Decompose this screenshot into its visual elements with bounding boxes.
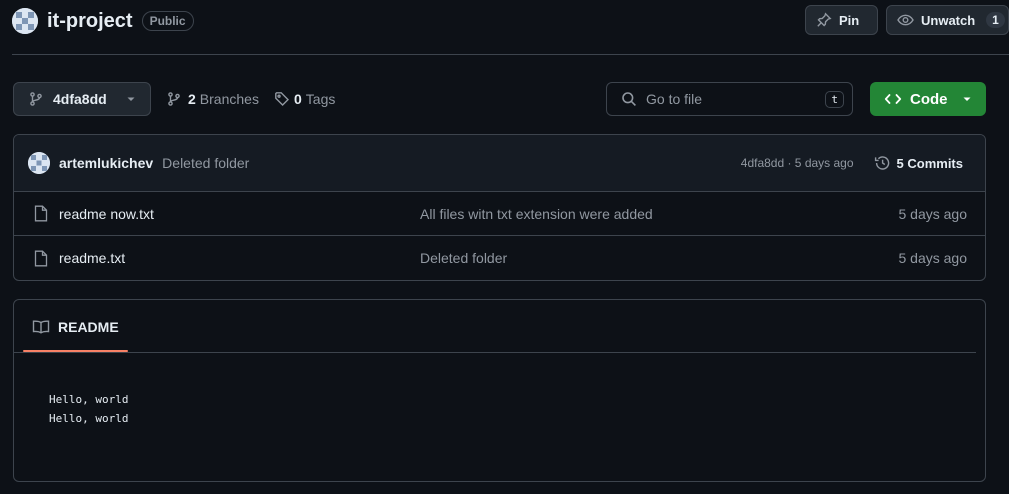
history-icon xyxy=(874,155,891,171)
branches-label: Branches xyxy=(199,91,259,107)
current-branch: 4dfa8dd xyxy=(53,91,107,107)
chevron-down-icon xyxy=(126,94,136,104)
tags-link[interactable]: 0 Tags xyxy=(274,90,335,108)
repo-name[interactable]: it-project xyxy=(47,10,133,33)
file-name[interactable]: readme.txt xyxy=(59,250,125,266)
file-date: 5 days ago xyxy=(898,205,968,222)
code-label: Code xyxy=(910,90,948,108)
file-icon xyxy=(34,205,48,222)
pin-icon xyxy=(816,12,832,28)
go-to-file-search[interactable]: Go to file t xyxy=(606,82,853,116)
book-icon xyxy=(32,319,50,335)
commit-message[interactable]: Deleted folder xyxy=(162,155,249,171)
eye-icon xyxy=(897,12,914,28)
unwatch-button[interactable]: Unwatch 1 xyxy=(886,5,1009,35)
search-placeholder: Go to file xyxy=(646,91,703,107)
tag-icon xyxy=(274,91,290,107)
commit-author[interactable]: artemlukichev xyxy=(59,155,153,171)
readme-box: README Hello, world Hello, world xyxy=(13,299,986,482)
readme-separator xyxy=(14,352,976,353)
branches-count: 2 xyxy=(188,91,196,107)
header-divider xyxy=(12,54,1009,55)
latest-commit-row: artemlukichev Deleted folder 4dfa8dd · 5… xyxy=(14,135,985,192)
search-icon xyxy=(621,91,637,107)
readme-tab[interactable]: README xyxy=(23,300,128,353)
pin-label: Pin xyxy=(839,12,860,28)
owner-avatar[interactable] xyxy=(12,8,38,34)
file-row[interactable]: readme now.txt All files witn txt extens… xyxy=(14,192,985,236)
code-icon xyxy=(884,91,902,107)
pin-button[interactable]: Pin xyxy=(805,5,878,35)
author-avatar[interactable] xyxy=(28,152,50,174)
branches-link[interactable]: 2 Branches xyxy=(166,90,259,108)
file-commit-message[interactable]: Deleted folder xyxy=(420,250,507,266)
search-shortcut-key: t xyxy=(825,90,844,108)
file-list-box: artemlukichev Deleted folder 4dfa8dd · 5… xyxy=(13,134,986,281)
unwatch-label: Unwatch xyxy=(921,12,976,28)
commits-label: 5 Commits xyxy=(896,155,963,171)
visibility-badge: Public xyxy=(141,11,194,31)
readme-line: Hello, world xyxy=(49,412,129,425)
branch-select-button[interactable]: 4dfa8dd xyxy=(13,82,151,116)
code-button[interactable]: Code xyxy=(870,82,986,116)
git-branch-icon xyxy=(166,91,182,107)
file-name[interactable]: readme now.txt xyxy=(59,206,154,222)
file-row[interactable]: readme.txt Deleted folder 5 days ago xyxy=(14,236,985,280)
watch-count: 1 xyxy=(986,12,1005,28)
chevron-down-icon xyxy=(962,94,972,104)
git-branch-icon xyxy=(28,91,44,107)
tags-label: Tags xyxy=(305,91,336,107)
file-date: 5 days ago xyxy=(898,250,968,266)
commit-meta[interactable]: 4dfa8dd · 5 days ago xyxy=(741,156,854,170)
commits-link[interactable]: 5 Commits xyxy=(874,155,963,171)
file-icon xyxy=(34,250,48,267)
readme-content: Hello, world Hello, world xyxy=(49,390,128,428)
file-commit-message[interactable]: All files witn txt extension were added xyxy=(420,206,653,222)
tags-count: 0 xyxy=(294,91,302,107)
readme-line: Hello, world xyxy=(49,393,129,406)
readme-tab-label: README xyxy=(58,318,119,335)
repo-header: it-project Public xyxy=(12,6,194,36)
